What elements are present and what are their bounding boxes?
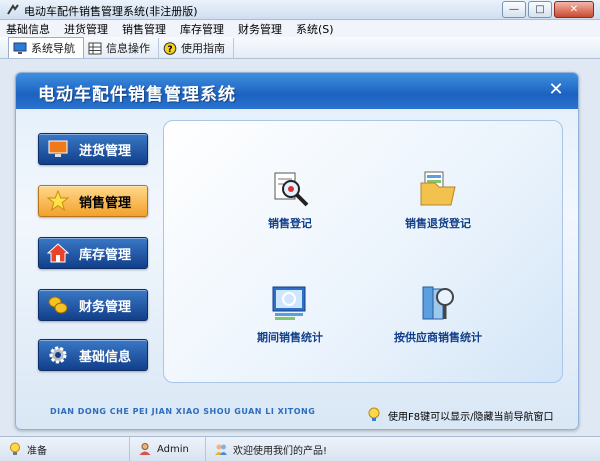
menu-finance[interactable]: 财务管理 xyxy=(238,21,282,37)
window-title-bar: 电动车配件销售管理系统(非注册版) — □ ✕ xyxy=(0,0,600,20)
tab-system-navigation[interactable]: 系统导航 xyxy=(8,37,84,58)
minimize-button[interactable]: — xyxy=(502,1,526,18)
sidebar-item-label: 库存管理 xyxy=(79,247,132,263)
f8-hint-text: 使用F8键可以显示/隐藏当前导航窗口 xyxy=(388,411,554,423)
tab-info-operation[interactable]: 信息操作 xyxy=(84,38,159,58)
f8-hint: 使用F8键可以显示/隐藏当前导航窗口 xyxy=(366,407,553,423)
status-state: 准备 xyxy=(0,436,130,461)
binder-magnifier-icon xyxy=(422,286,454,320)
tab-label: 系统导航 xyxy=(31,42,75,55)
user-icon xyxy=(139,443,151,455)
status-user: Admin xyxy=(130,436,206,461)
feature-sales-return[interactable]: 销售退货登记 xyxy=(368,169,508,231)
sidebar-item-inventory[interactable]: 库存管理 xyxy=(38,237,148,269)
monitor-icon xyxy=(13,42,27,54)
sidebar-item-basic-info[interactable]: 基础信息 xyxy=(38,339,148,371)
status-message: 欢迎使用我们的产品! xyxy=(206,437,600,461)
app-icon xyxy=(7,4,19,15)
status-user-text: Admin xyxy=(157,443,189,455)
gear-icon xyxy=(49,346,67,364)
sidebar-item-label: 进货管理 xyxy=(79,143,132,159)
menu-sales[interactable]: 销售管理 xyxy=(122,21,166,37)
menu-bar: 基础信息 进货管理 销售管理 库存管理 财务管理 系统(S) xyxy=(0,20,600,37)
feature-label: 按供应商销售统计 xyxy=(394,331,482,344)
close-button[interactable]: ✕ xyxy=(554,1,594,18)
users-icon xyxy=(215,444,227,455)
sidebar-item-label: 基础信息 xyxy=(79,349,132,365)
sidebar-item-label: 销售管理 xyxy=(79,195,132,211)
status-bar: 准备 Admin 欢迎使用我们的产品! xyxy=(0,436,600,461)
pinyin-caption: DIAN DONG CHE PEI JIAN XIAO SHOU GUAN LI… xyxy=(50,407,316,416)
chart-magnifier-icon xyxy=(272,286,306,320)
svg-text:?: ? xyxy=(167,45,172,55)
menu-basic-info[interactable]: 基础信息 xyxy=(6,21,50,37)
coins-icon xyxy=(48,296,68,314)
panel-header: 电动车配件销售管理系统 ✕ xyxy=(16,73,578,109)
tab-label: 信息操作 xyxy=(106,42,150,55)
magnifier-document-icon xyxy=(274,172,309,207)
tab-label: 使用指南 xyxy=(181,42,225,55)
panel-close-icon[interactable]: ✕ xyxy=(546,80,566,100)
navigation-panel: 电动车配件销售管理系统 ✕ 进货管理 销售管理 库存管理 财务管理 基础信息 销… xyxy=(15,72,579,430)
window-title: 电动车配件销售管理系统(非注册版) xyxy=(24,5,198,18)
monitor-icon xyxy=(48,140,68,157)
folder-document-icon xyxy=(420,171,456,206)
menu-system[interactable]: 系统(S) xyxy=(296,21,334,37)
feature-sales-registration[interactable]: 销售登记 xyxy=(220,169,360,231)
feature-label: 销售登记 xyxy=(268,217,312,230)
sidebar-item-finance[interactable]: 财务管理 xyxy=(38,289,148,321)
sidebar-item-sales[interactable]: 销售管理 xyxy=(38,185,148,217)
feature-supplier-sales-stats[interactable]: 按供应商销售统计 xyxy=(368,283,508,345)
feature-area: 销售登记 销售退货登记 期间销售统计 按供应商销售统计 xyxy=(163,120,563,383)
menu-purchase[interactable]: 进货管理 xyxy=(64,21,108,37)
help-icon: ? xyxy=(163,41,177,55)
feature-label: 销售退货登记 xyxy=(405,217,471,230)
grid-icon xyxy=(88,42,102,54)
status-message-text: 欢迎使用我们的产品! xyxy=(233,445,328,457)
lightbulb-icon xyxy=(368,407,380,421)
sidebar-item-purchase[interactable]: 进货管理 xyxy=(38,133,148,165)
feature-period-sales-stats[interactable]: 期间销售统计 xyxy=(220,283,360,345)
lightbulb-icon xyxy=(10,442,20,455)
toolbar: 系统导航 信息操作 ? 使用指南 xyxy=(0,37,600,59)
house-icon xyxy=(47,243,69,263)
tab-user-guide[interactable]: ? 使用指南 xyxy=(159,38,234,58)
sidebar-item-label: 财务管理 xyxy=(79,299,132,315)
menu-inventory[interactable]: 库存管理 xyxy=(180,21,224,37)
panel-title: 电动车配件销售管理系统 xyxy=(38,85,236,105)
maximize-button[interactable]: □ xyxy=(528,1,552,18)
status-state-text: 准备 xyxy=(27,445,47,457)
star-icon xyxy=(47,190,69,212)
feature-label: 期间销售统计 xyxy=(257,331,323,344)
